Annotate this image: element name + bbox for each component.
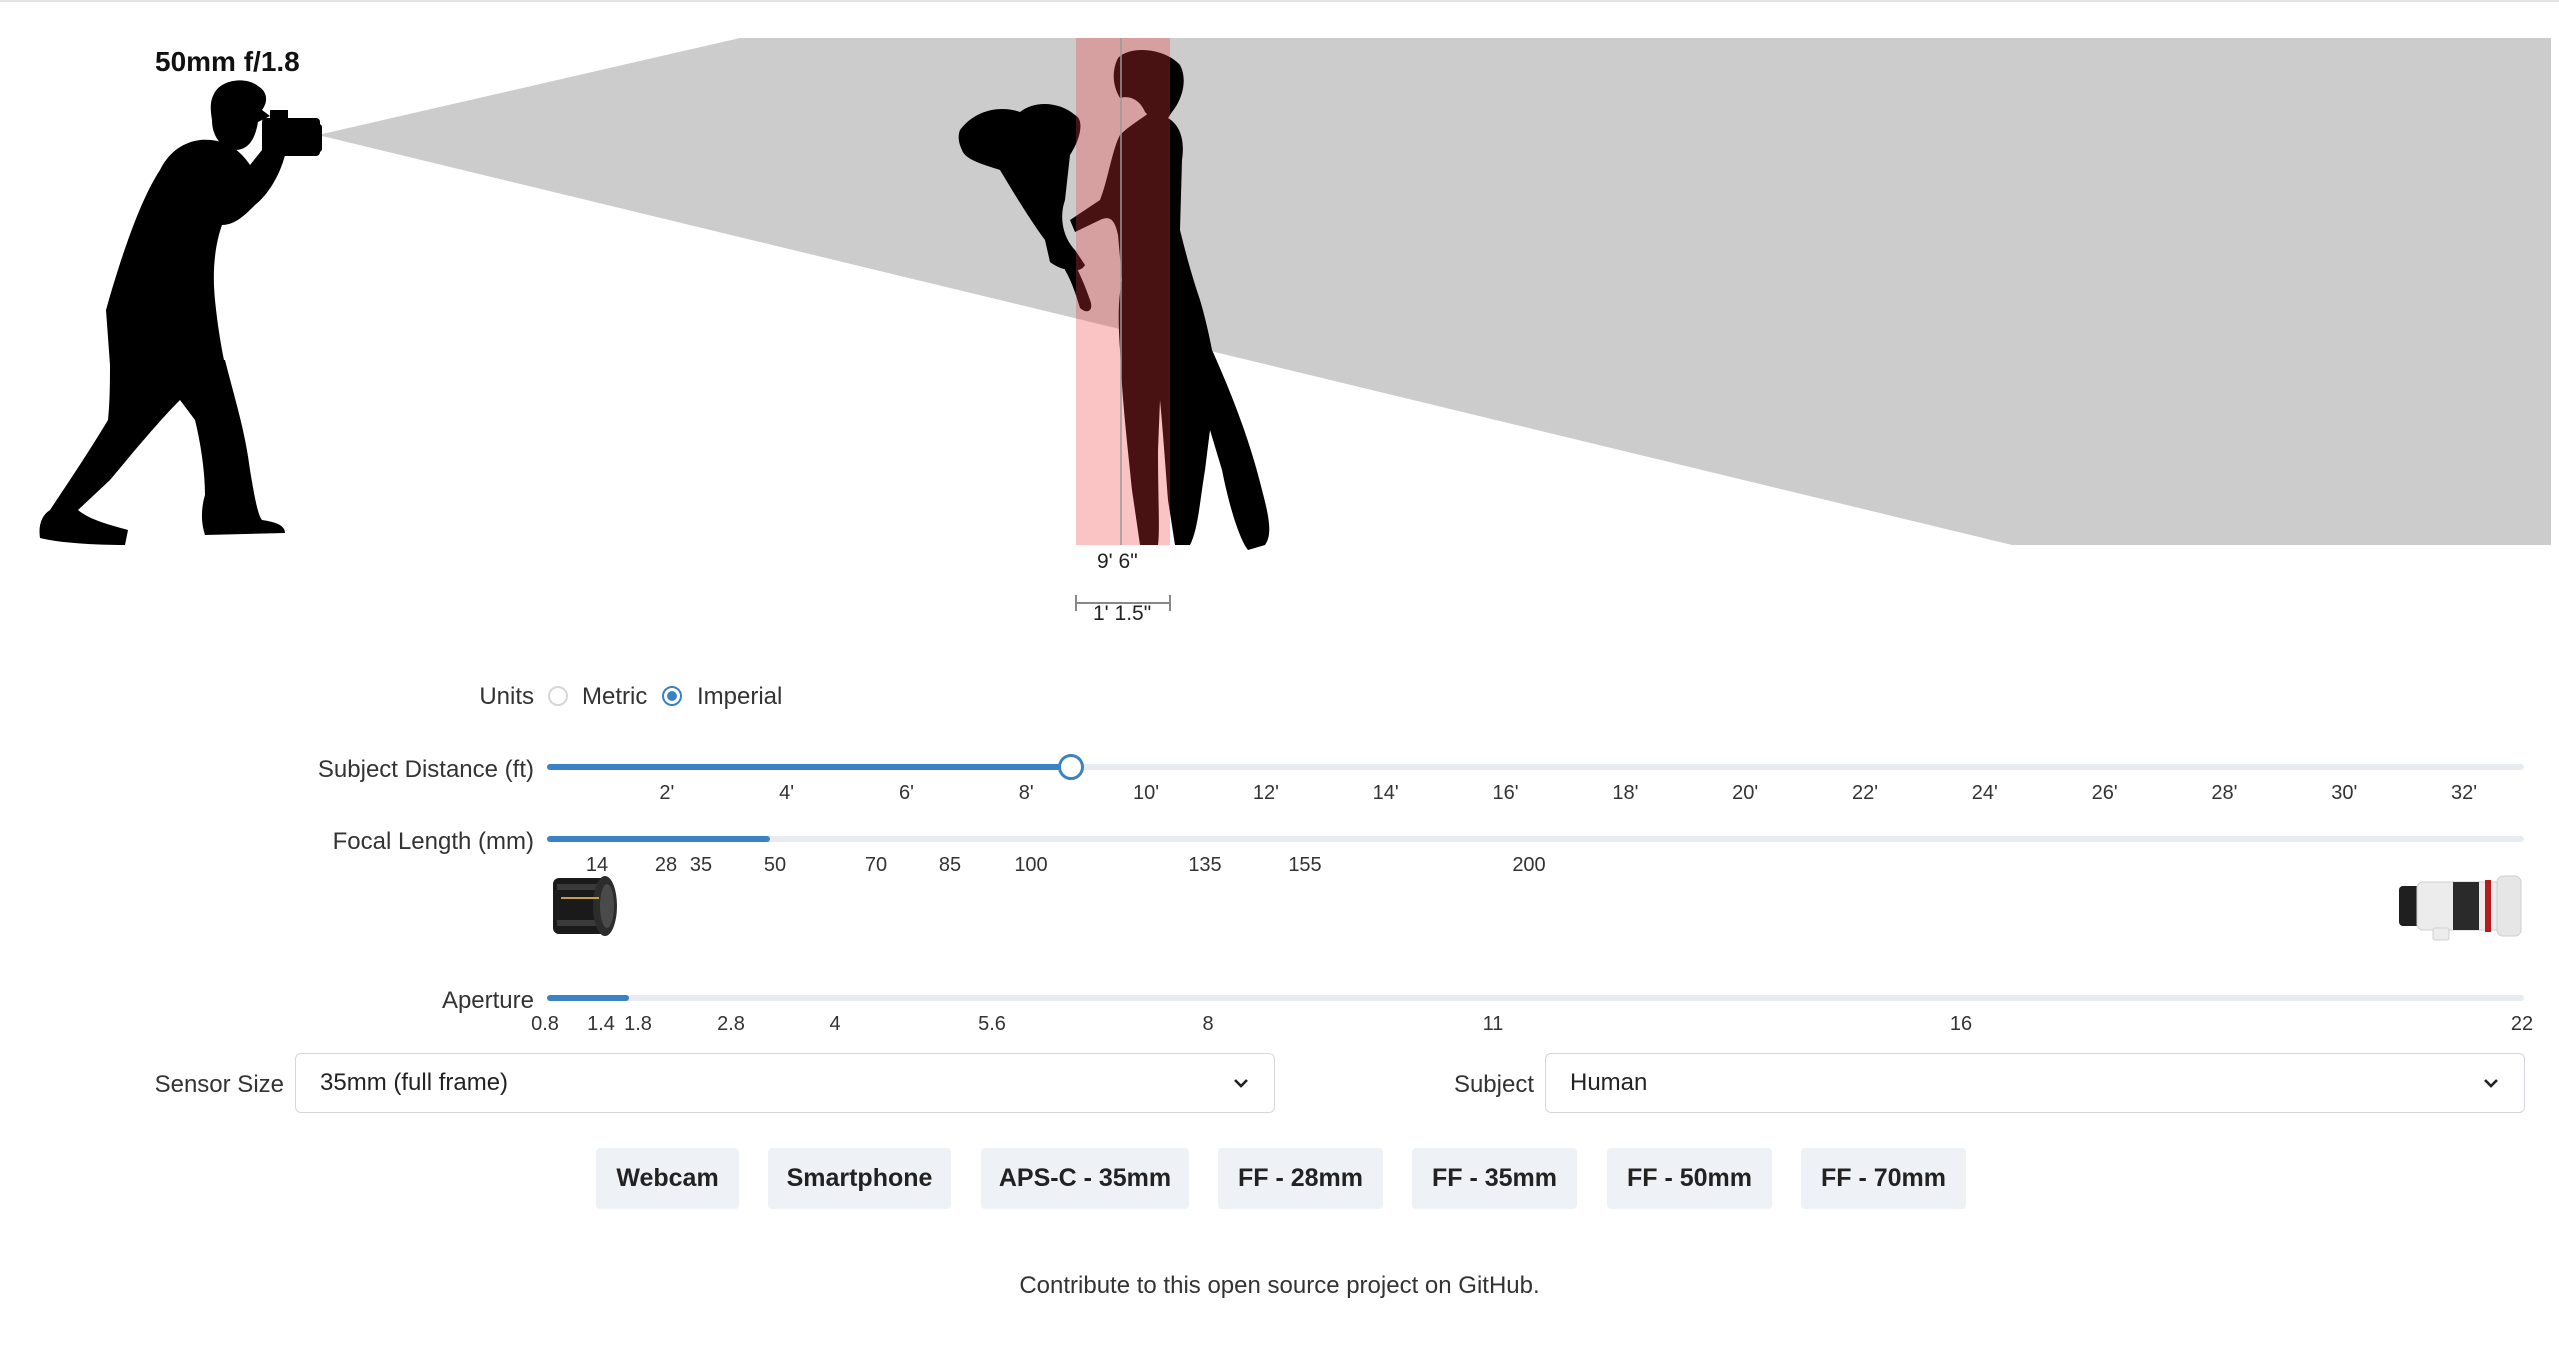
aperture-tick: 5.6 [978, 1013, 1006, 1035]
sensor-size-label: Sensor Size [154, 1071, 284, 1098]
subject-distance-tick: 14' [1372, 782, 1399, 804]
footer-github-link[interactable]: Contribute to this open source project o… [0, 1272, 2559, 1300]
aperture-tick: 11 [1482, 1013, 1504, 1035]
sensor-size-value: 35mm (full frame) [320, 1069, 509, 1096]
subject-distance-tick: 10' [1133, 782, 1160, 804]
sensor-size-select[interactable]: 35mm (full frame) [295, 1053, 1275, 1113]
depth-of-field-band [1076, 38, 1170, 545]
aperture-tick: 4 [829, 1013, 841, 1035]
aperture-fill [547, 995, 629, 1001]
subject-distance-tick: 8' [1018, 782, 1034, 804]
aperture-tick: 1.4 [587, 1013, 615, 1035]
focal-length-slider[interactable] [547, 836, 2524, 842]
aperture-tick: 2.8 [717, 1013, 745, 1035]
focal-length-tick: 85 [938, 854, 962, 876]
preset-ff-70mm-button[interactable]: FF - 70mm [1801, 1148, 1966, 1209]
subject-distance-tick: 18' [1612, 782, 1639, 804]
aperture-tick: 22 [2510, 1013, 2534, 1035]
subject-label: Subject [1453, 1071, 1534, 1098]
focal-length-fill [547, 836, 770, 842]
focal-length-tick: 50 [763, 854, 787, 876]
subject-distance-tick: 32' [2451, 782, 2478, 804]
imperial-label[interactable]: Imperial [697, 683, 782, 711]
telephoto-zoom-lens-icon[interactable] [2393, 870, 2527, 942]
subject-distance-tick: 24' [1971, 782, 1998, 804]
subject-distance-tick: 4' [779, 782, 795, 804]
preset-ff-28mm-button[interactable]: FF - 28mm [1218, 1148, 1383, 1209]
photographer-silhouette [39, 80, 322, 545]
focal-length-tick: 28 [654, 854, 678, 876]
chevron-down-icon [1234, 1079, 1248, 1088]
focal-length-label: Focal Length (mm) [332, 828, 534, 855]
field-of-view-cone [318, 38, 2551, 545]
metric-radio[interactable] [548, 686, 568, 706]
subject-distance-tick: 6' [898, 782, 914, 804]
subject-value: Human [1570, 1069, 1648, 1096]
preset-webcam-button[interactable]: Webcam [596, 1148, 739, 1209]
subject-distance-thumb[interactable] [1058, 754, 1084, 780]
aperture-slider[interactable] [547, 995, 2524, 1001]
focus-distance-label: 9' 6" [1097, 550, 1138, 573]
subject-distance-tick: 28' [2211, 782, 2238, 804]
chevron-down-icon [2484, 1079, 2498, 1088]
wide-angle-lens-icon[interactable] [549, 870, 621, 942]
subject-distance-tick: 22' [1851, 782, 1879, 804]
aperture-tick: 16 [1949, 1013, 1973, 1035]
units-label: Units [479, 683, 534, 710]
focal-length-tick: 155 [1288, 854, 1322, 876]
aperture-tick: 0.8 [531, 1013, 559, 1035]
aperture-label: Aperture [441, 987, 534, 1014]
focal-length-tick: 100 [1014, 854, 1048, 876]
imperial-radio[interactable] [662, 686, 682, 706]
subject-distance-tick: 16' [1492, 782, 1519, 804]
preset-smartphone-button[interactable]: Smartphone [768, 1148, 951, 1209]
preset-ff-35mm-button[interactable]: FF - 35mm [1412, 1148, 1577, 1209]
aperture-tick: 1.8 [624, 1013, 652, 1035]
dof-depth-label: 1' 1.5" [1093, 602, 1152, 625]
focal-length-tick: 135 [1188, 854, 1222, 876]
focal-length-tick: 200 [1512, 854, 1546, 876]
focal-length-tick: 35 [689, 854, 713, 876]
subject-distance-tick: 2' [659, 782, 675, 804]
metric-label[interactable]: Metric [582, 683, 647, 711]
subject-distance-tick: 20' [1732, 782, 1759, 804]
focal-length-tick: 70 [864, 854, 888, 876]
scene-svg [39, 38, 2551, 611]
aperture-tick: 8 [1202, 1013, 1214, 1035]
subject-distance-tick: 12' [1252, 782, 1279, 804]
subject-distance-tick: 30' [2331, 782, 2358, 804]
preset-apsc-35mm-button[interactable]: APS-C - 35mm [981, 1148, 1189, 1209]
preset-ff-50mm-button[interactable]: FF - 50mm [1607, 1148, 1772, 1209]
subject-distance-tick: 26' [2091, 782, 2118, 804]
subject-distance-label: Subject Distance (ft) [317, 756, 534, 783]
subject-distance-fill [547, 764, 1071, 770]
lens-label: 50mm f/1.8 [155, 46, 300, 77]
dof-scene: 50mm f/1.8 9' 6" 1' 1.5" [0, 0, 2559, 640]
subject-distance-slider[interactable] [547, 764, 2524, 770]
subject-select[interactable]: Human [1545, 1053, 2525, 1113]
